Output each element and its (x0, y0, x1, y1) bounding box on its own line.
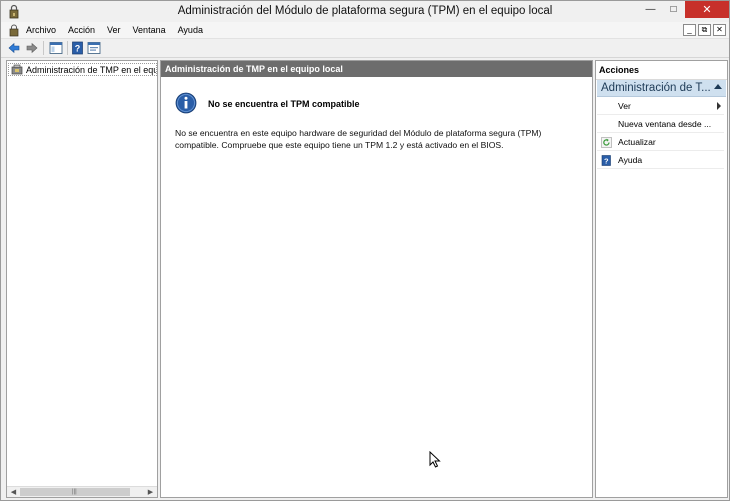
info-icon (175, 92, 197, 114)
maximize-button[interactable]: □ (662, 1, 685, 18)
properties-icon[interactable] (87, 41, 101, 55)
scroll-left-icon[interactable]: ◀ (8, 487, 19, 498)
refresh-icon (601, 136, 612, 148)
action-label: Actualizar (618, 137, 656, 147)
toolbar: ? (1, 39, 729, 58)
menu-archivo[interactable]: Archivo (26, 25, 61, 35)
menu-ayuda[interactable]: Ayuda (178, 25, 208, 35)
error-description: No se encuentra en este equipo hardware … (175, 128, 542, 150)
action-label: Ver (618, 101, 631, 111)
actions-section-label: Administración de T... (601, 82, 711, 94)
action-help[interactable]: ? Ayuda (597, 152, 724, 169)
tree-horizontal-scrollbar[interactable]: ◀ ||| ▶ (7, 486, 157, 497)
child-restore-button[interactable]: ⧉ (698, 24, 711, 36)
submenu-arrow-icon (717, 102, 721, 110)
action-label: Ayuda (618, 155, 643, 165)
mouse-cursor-icon (429, 451, 441, 468)
toolbar-separator (43, 41, 44, 55)
action-label: Nueva ventana desde ... (618, 119, 712, 129)
console-icon[interactable] (8, 24, 20, 37)
help-icon: ? (601, 154, 611, 166)
action-new-window[interactable]: Nueva ventana desde ... (597, 116, 724, 133)
actions-section-header[interactable]: Administración de T... (597, 80, 726, 97)
menu-accion[interactable]: Acción (68, 25, 100, 35)
error-heading: No se encuentra el TPM compatible (208, 99, 360, 109)
show-hide-tree-icon[interactable] (49, 41, 63, 55)
close-button[interactable]: ✕ (685, 1, 729, 18)
scrollbar-grip-icon: ||| (72, 489, 77, 495)
svg-text:?: ? (75, 44, 81, 54)
back-arrow-icon[interactable] (7, 41, 21, 55)
collapse-arrow-icon[interactable] (714, 84, 722, 89)
title-bar[interactable]: Administración del Módulo de plataforma … (1, 1, 729, 22)
actions-pane-title: Acciones (596, 61, 727, 80)
menu-bar: Archivo Acción Ver Ventana Ayuda _ ⧉ ✕ (1, 22, 729, 39)
action-refresh[interactable]: Actualizar (597, 134, 724, 151)
svg-text:?: ? (604, 156, 609, 165)
child-close-button[interactable]: ✕ (713, 24, 726, 36)
actions-pane: Acciones Administración de T... Ver Nuev… (595, 60, 728, 498)
mmc-window: Administración del Módulo de plataforma … (0, 0, 730, 501)
forward-arrow-icon[interactable] (25, 41, 39, 55)
tpm-node-icon (11, 64, 23, 75)
results-pane: Administración de TMP en el equipo local… (160, 60, 593, 498)
child-minimize-button[interactable]: _ (683, 24, 696, 36)
menu-ventana[interactable]: Ventana (133, 25, 171, 35)
minimize-button[interactable]: — (639, 1, 662, 18)
help-icon[interactable]: ? (71, 41, 85, 55)
tree-item-label: Administración de TMP en el equipo local (26, 64, 157, 75)
toolbar-separator (67, 41, 68, 55)
scroll-right-icon[interactable]: ▶ (145, 487, 156, 498)
console-tree: Administración de TMP en el equipo local… (6, 60, 158, 498)
tree-item-tpm-root[interactable]: Administración de TMP en el equipo local (8, 63, 157, 76)
action-ver[interactable]: Ver (597, 98, 724, 115)
results-pane-header: Administración de TMP en el equipo local (161, 61, 592, 77)
window-title: Administración del Módulo de plataforma … (177, 5, 553, 17)
menu-ver[interactable]: Ver (107, 25, 126, 35)
